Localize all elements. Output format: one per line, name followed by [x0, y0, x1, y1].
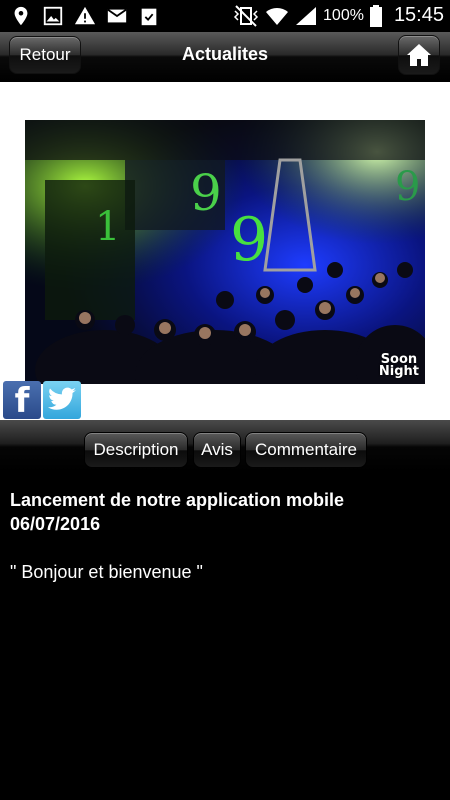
- twitter-share-button[interactable]: [43, 381, 81, 419]
- home-button[interactable]: [398, 35, 440, 75]
- mail-icon: [107, 8, 127, 23]
- facebook-icon: f: [14, 381, 30, 421]
- image-icon: [43, 6, 63, 26]
- news-photo[interactable]: 9 9 1 9 Soon Night: [25, 120, 425, 384]
- battery-percent: 100%: [323, 6, 364, 24]
- share-buttons: f: [3, 381, 81, 419]
- home-icon: [407, 44, 431, 66]
- nightclub-image: 9 9 1 9: [25, 120, 425, 384]
- clock: 15:45: [393, 4, 444, 26]
- vibrate-mute-icon: [233, 4, 259, 27]
- twitter-icon: [48, 387, 76, 410]
- photo-watermark: Soon Night: [378, 352, 419, 379]
- status-bar: 100% 15:45: [0, 0, 450, 32]
- tab-description[interactable]: Description: [84, 432, 188, 468]
- header-bar: Retour Actualites: [0, 32, 450, 83]
- article-title: Lancement de notre application mobile: [10, 490, 345, 510]
- content-panel: 9 9 1 9 Soon Night f: [0, 82, 450, 420]
- page-title: Actualites: [181, 44, 269, 64]
- clipboard-check-icon: [141, 8, 157, 26]
- svg-text:9: 9: [230, 205, 268, 275]
- tab-avis[interactable]: Avis: [193, 432, 241, 468]
- article: Lancement de notre application mobile 06…: [10, 488, 440, 584]
- tab-bar: Description Avis Commentaire: [0, 420, 450, 472]
- svg-text:9: 9: [395, 164, 420, 210]
- facebook-share-button[interactable]: f: [3, 381, 41, 419]
- tab-commentaire[interactable]: Commentaire: [245, 432, 367, 468]
- signal-icon: [296, 6, 317, 25]
- warning-icon: [74, 6, 96, 25]
- article-body: " Bonjour et bienvenue ": [10, 562, 203, 582]
- location-icon: [14, 6, 28, 26]
- svg-text:1: 1: [95, 204, 120, 250]
- battery-icon: [369, 4, 382, 27]
- wifi-icon: [266, 7, 289, 25]
- article-date: 06/07/2016: [10, 514, 101, 534]
- svg-text:9: 9: [190, 164, 222, 222]
